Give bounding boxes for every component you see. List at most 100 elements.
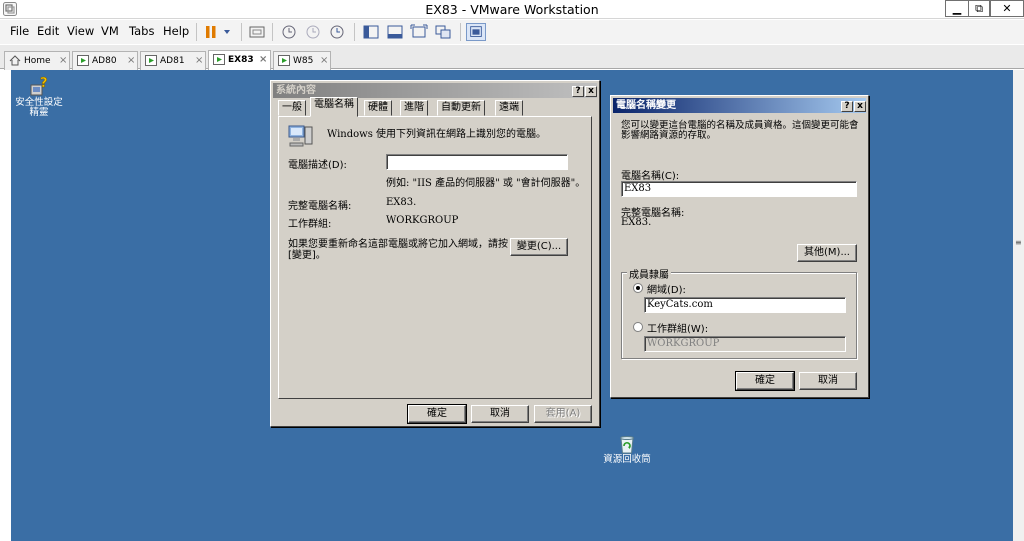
tab-close-icon[interactable]: ×: [320, 55, 328, 66]
menu-vm[interactable]: VM: [101, 24, 119, 38]
full-screen-icon[interactable]: [409, 23, 429, 41]
vm-tab-bar: Home × AD80 × AD81 × EX83 × W85 ×: [0, 45, 1024, 70]
tab-close-icon[interactable]: ×: [195, 55, 203, 66]
member-of-label: 成員隸屬: [627, 266, 671, 281]
computer-name-input[interactable]: EX83: [621, 181, 857, 197]
tab-ad80[interactable]: AD80 ×: [72, 51, 138, 70]
toolbar-separator: [196, 23, 197, 41]
menu-edit[interactable]: Edit: [37, 24, 59, 38]
domain-input[interactable]: KeyCats.com: [644, 297, 846, 313]
tab-ex83[interactable]: EX83 ×: [208, 50, 271, 70]
close-button[interactable]: ✕: [990, 0, 1024, 17]
toolbar-separator: [241, 23, 242, 41]
computer-network-icon: [288, 125, 313, 147]
intro-text: Windows 使用下列資訊在網路上識別您的電腦。: [327, 129, 547, 140]
dialog-titlebar: 電腦名稱變更 ? x: [613, 98, 866, 113]
tab-remote[interactable]: 遠端: [495, 100, 523, 116]
console-view-icon[interactable]: [466, 23, 486, 41]
minimize-button[interactable]: ▁: [945, 0, 969, 17]
revert-snapshot-icon[interactable]: [303, 23, 323, 41]
tab-advanced[interactable]: 進階: [400, 100, 428, 116]
tab-label: AD80: [92, 56, 117, 66]
vm-running-icon: [278, 55, 290, 66]
snapshot-icon[interactable]: [279, 23, 299, 41]
tab-ad81[interactable]: AD81 ×: [140, 51, 206, 70]
unity-icon[interactable]: [433, 23, 453, 41]
tab-general[interactable]: 一般: [278, 100, 306, 116]
tab-hardware[interactable]: 硬體: [364, 100, 392, 116]
send-keys-icon[interactable]: [247, 23, 267, 41]
workgroup-input[interactable]: WORKGROUP: [644, 336, 846, 352]
workgroup-label: 工作群組:: [288, 219, 332, 230]
menu-help[interactable]: Help: [163, 24, 189, 38]
dialog-titlebar: 系統內容 ? x: [273, 83, 597, 98]
tab-label: W85: [293, 56, 314, 66]
full-computer-name-value: EX83.: [621, 217, 652, 228]
menu-view[interactable]: View: [67, 24, 94, 38]
tab-label: EX83: [228, 55, 254, 65]
example-text: 例如: "IIS 產品的伺服器" 或 "會計伺服器"。: [386, 178, 586, 189]
thumbnail-bar-icon[interactable]: [385, 23, 405, 41]
recycle-bin-icon: [620, 436, 634, 454]
dialog-close-button[interactable]: x: [585, 86, 597, 97]
desktop-icon-recycle-bin[interactable]: 資源回收筒: [599, 433, 655, 465]
change-button[interactable]: 變更(C)...: [510, 238, 568, 256]
dialog-close-button[interactable]: x: [854, 101, 866, 112]
ok-button[interactable]: 確定: [735, 371, 795, 391]
console-margin: ≡: [1013, 70, 1024, 541]
desktop-icon-label: 安全性設定 精靈: [15, 97, 63, 118]
intro-text: 您可以變更這台電腦的名稱及成員資格。這個變更可能會影響網路資源的存取。: [621, 120, 859, 141]
help-button[interactable]: ?: [841, 101, 853, 112]
full-computer-name-label: 完整電腦名稱:: [288, 201, 352, 212]
domain-radio[interactable]: [633, 283, 643, 293]
menu-file[interactable]: File: [10, 24, 29, 38]
full-computer-name-value: EX83.: [386, 197, 417, 208]
window-title: EX83 - VMware Workstation: [425, 2, 599, 17]
vm-running-icon: [213, 54, 225, 65]
tab-computer-name[interactable]: 電腦名稱: [310, 97, 358, 117]
home-icon: [9, 55, 21, 66]
tab-close-icon[interactable]: ×: [259, 54, 267, 65]
show-library-icon[interactable]: [361, 23, 381, 41]
computer-description-label: 電腦描述(D):: [288, 160, 347, 171]
computer-name-changes-dialog: 電腦名稱變更 ? x 您可以變更這台電腦的名稱及成員資格。這個變更可能會影響網路…: [610, 95, 869, 398]
guest-desktop[interactable]: ? 安全性設定 精靈 資源回收筒 系統內容 ? x 一般 電腦名稱 硬體 進階 …: [11, 70, 1013, 541]
tab-label: Home: [24, 56, 51, 66]
apply-button[interactable]: 套用(A): [534, 405, 592, 423]
dialog-title: 系統內容: [276, 85, 316, 96]
cancel-button[interactable]: 取消: [799, 372, 857, 390]
svg-text:?: ?: [40, 76, 48, 91]
menu-bar: File Edit View VM Tabs Help: [0, 20, 1024, 44]
restore-button[interactable]: ⧉: [968, 0, 990, 17]
suspend-dropdown-icon[interactable]: [202, 23, 236, 41]
toolbar-separator: [272, 23, 273, 41]
toolbar-separator: [460, 23, 461, 41]
snapshot-manager-icon[interactable]: [327, 23, 347, 41]
tab-automatic-updates[interactable]: 自動更新: [437, 100, 485, 116]
tab-close-icon[interactable]: ×: [127, 55, 135, 66]
tab-w85[interactable]: W85 ×: [273, 51, 331, 70]
help-button[interactable]: ?: [572, 86, 584, 97]
more-button[interactable]: 其他(M)...: [797, 244, 857, 262]
scroll-grip-icon[interactable]: ≡: [1015, 238, 1022, 247]
vm-running-icon: [77, 55, 89, 66]
workgroup-value: WORKGROUP: [386, 215, 459, 226]
system-properties-dialog: 系統內容 ? x 一般 電腦名稱 硬體 進階 自動更新 遠端 Windows 使…: [270, 80, 600, 427]
console-margin: [0, 70, 11, 541]
ok-button[interactable]: 確定: [407, 404, 467, 424]
menu-tabs[interactable]: Tabs: [129, 24, 154, 38]
domain-label: 網域(D):: [647, 285, 686, 296]
tab-home[interactable]: Home ×: [4, 51, 70, 70]
tab-label: AD81: [160, 56, 185, 66]
dialog-title: 電腦名稱變更: [616, 100, 676, 111]
app-titlebar: EX83 - VMware Workstation ▁ ⧉ ✕: [0, 0, 1024, 19]
security-wizard-icon: ?: [30, 76, 48, 96]
workgroup-radio[interactable]: [633, 322, 643, 332]
cancel-button[interactable]: 取消: [471, 405, 529, 423]
computer-description-input[interactable]: [386, 154, 568, 170]
workgroup-label: 工作群組(W):: [647, 324, 709, 335]
tab-close-icon[interactable]: ×: [59, 55, 67, 66]
desktop-icon-security-wizard[interactable]: ? 安全性設定 精靈: [11, 76, 67, 118]
computer-name-label: 電腦名稱(C):: [621, 171, 680, 182]
desktop-icon-label: 資源回收筒: [603, 454, 651, 465]
